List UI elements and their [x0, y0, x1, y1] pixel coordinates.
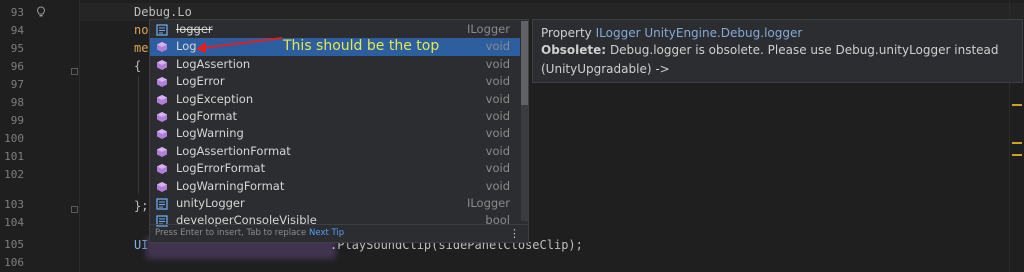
property-icon [156, 24, 168, 36]
line-gutter: 93 94 95 96 97 98 99 100 101 102 103 104… [0, 0, 80, 272]
line-number: 98 [10, 96, 24, 109]
line-number: 104 [4, 216, 24, 229]
property-icon [156, 198, 168, 210]
line-number: 94 [10, 24, 24, 37]
line-number: 101 [4, 150, 24, 163]
annotation-arrow [196, 37, 283, 53]
line-number: 100 [4, 132, 24, 145]
documentation-popup: Property ILogger UnityEngine.Debug.logge… [532, 19, 1023, 83]
code-line-103[interactable]: }; [134, 197, 148, 215]
method-icon [157, 77, 167, 88]
code-line-95[interactable]: me [134, 39, 148, 57]
completion-item-type: void [485, 126, 510, 141]
completion-item-type: void [485, 39, 510, 54]
completion-footer: Press Enter to insert, Tab to replace Ne… [150, 224, 528, 243]
completion-item-type: void [485, 74, 510, 89]
completion-item[interactable]: LogAssertionFormat void [150, 143, 520, 160]
line-number: 99 [10, 114, 24, 127]
completion-item-label: LogFormat [176, 109, 238, 123]
scrollbar-marker[interactable] [1012, 104, 1022, 106]
completion-item[interactable]: LogWarning void [150, 125, 520, 142]
completion-item-label: LogError [176, 74, 225, 89]
doc-obsolete-label: Obsolete: [541, 43, 607, 57]
doc-prefix: Property [541, 26, 592, 40]
doc-obsolete-text: Debug.logger is obsolete. Please use Deb… [609, 43, 999, 57]
completion-scrollbar-thumb[interactable] [521, 21, 528, 105]
completion-item[interactable]: unityLogger ILogger [150, 195, 520, 212]
scrollbar-marker[interactable] [1012, 142, 1022, 144]
completion-item-type: ILogger [466, 196, 510, 210]
method-icon [157, 164, 167, 175]
method-icon [157, 59, 167, 70]
line-number: 105 [4, 238, 24, 251]
code-line-96[interactable]: { [134, 57, 141, 75]
completion-item-label: LogException [176, 91, 254, 106]
line-number: 106 [4, 256, 24, 269]
completion-item[interactable]: LogError void [150, 73, 520, 90]
annotation-text: This should be the top [283, 38, 440, 54]
line-number: 95 [10, 42, 24, 55]
doc-signature-link[interactable]: ILogger UnityEngine.Debug.logger [596, 26, 803, 40]
completion-item-label: unityLogger [176, 196, 245, 210]
completion-hint: Press Enter to insert, Tab to replace [155, 228, 307, 238]
scrollbar-marker[interactable] [1012, 154, 1022, 156]
fold-marker[interactable] [71, 68, 78, 75]
method-icon [157, 129, 167, 140]
completion-item-label: LogErrorFormat [176, 161, 266, 176]
method-icon [157, 94, 167, 105]
completion-item-type: void [485, 161, 510, 176]
line-number: 97 [10, 78, 24, 91]
doc-signature: Property ILogger UnityEngine.Debug.logge… [541, 26, 802, 40]
indent-guide [138, 76, 139, 194]
code-line-94[interactable]: no [134, 21, 148, 39]
typed-text: Debug.Lo [134, 5, 192, 19]
method-icon [157, 146, 167, 157]
completion-item-type: void [485, 143, 510, 158]
completion-item[interactable]: LogFormat void [150, 108, 520, 125]
doc-note: (UnityUpgradable) -> [541, 62, 670, 76]
fold-marker[interactable] [71, 206, 78, 213]
completion-item-type: void [485, 178, 510, 193]
next-tip-link[interactable]: Next Tip [309, 225, 344, 242]
completion-item-label: LogWarning [176, 126, 244, 141]
completion-item-type: void [485, 56, 510, 71]
completion-item[interactable]: LogWarningFormat void [150, 178, 520, 195]
lightbulb-icon[interactable] [36, 6, 46, 18]
completion-item-type: void [485, 91, 510, 106]
line-number: 103 [4, 198, 24, 211]
gutter-divider [79, 0, 80, 272]
completion-item-label: LogWarningFormat [176, 178, 285, 193]
method-icon [157, 181, 167, 192]
completion-item-type: void [485, 109, 510, 123]
doc-obsolete: Obsolete: Debug.logger is obsolete. Plea… [541, 43, 999, 57]
line-number: 96 [10, 60, 24, 73]
completion-item-type: ILogger [466, 22, 510, 36]
more-options-icon[interactable]: ⋮ [509, 225, 520, 242]
completion-item-label: LogAssertionFormat [176, 143, 291, 158]
method-icon [157, 112, 167, 122]
line-number: 93 [10, 6, 24, 19]
method-icon [157, 42, 167, 53]
line-number: 102 [4, 168, 24, 181]
completion-item[interactable]: LogException void [150, 91, 520, 108]
completion-item[interactable]: LogErrorFormat void [150, 160, 520, 177]
